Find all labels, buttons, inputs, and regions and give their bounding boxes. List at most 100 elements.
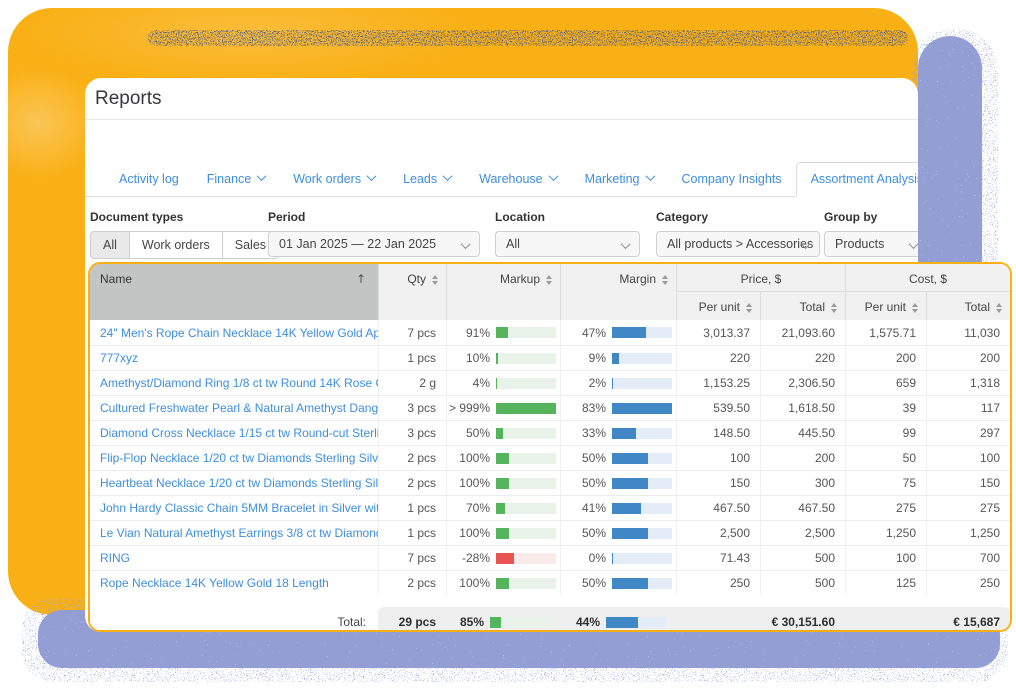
filter-label: Document types: [90, 210, 184, 224]
product-link[interactable]: Cultured Freshwater Pearl & Natural Amet…: [100, 401, 378, 415]
margin-bar-fill: [612, 402, 672, 414]
category-select[interactable]: All products > Accessories: [656, 231, 820, 257]
margin-bar-fill: [606, 616, 638, 628]
markup-bar-fill: [496, 502, 505, 514]
row-cost-total-cell: 117: [926, 395, 1010, 420]
row-price-unit-cell: 148.50: [676, 420, 760, 445]
markup-bar: [496, 352, 556, 364]
row-qty-cell: 2 g: [378, 370, 446, 395]
document-type-button[interactable]: Work orders: [128, 231, 223, 259]
total-price: € 30,151.60: [676, 607, 845, 630]
row-cost-unit-cell: 125: [845, 570, 926, 595]
row-name-cell: Diamond Cross Necklace 1/15 ct tw Round-…: [90, 420, 378, 445]
row-markup-cell: 70%: [446, 495, 560, 520]
row-name-cell: Cultured Freshwater Pearl & Natural Amet…: [90, 395, 378, 420]
row-cost-total-cell: 100: [926, 445, 1010, 470]
tab[interactable]: Work orders: [279, 163, 389, 196]
chevron-down-icon: [460, 239, 471, 250]
chevron-down-icon: [442, 171, 453, 182]
row-price-unit-cell: 71.43: [676, 545, 760, 570]
column-header-markup[interactable]: Markup: [446, 264, 560, 320]
total-cost: € 15,687: [845, 607, 1010, 630]
row-qty-cell: 3 pcs: [378, 395, 446, 420]
filter-label: Location: [495, 210, 545, 224]
chevron-down-icon: [548, 171, 559, 182]
filter-label: Group by: [824, 210, 878, 224]
column-header-name[interactable]: Name ↑: [90, 264, 378, 320]
markup-bar-fill: [496, 377, 498, 389]
product-link[interactable]: Flip-Flop Necklace 1/20 ct tw Diamonds S…: [100, 451, 378, 465]
sort-asc-icon: ↑: [355, 272, 366, 286]
tab[interactable]: Leads: [389, 163, 465, 196]
markup-bar-fill: [496, 327, 508, 338]
row-qty-cell: 2 pcs: [378, 445, 446, 470]
row-margin-cell: 50%: [560, 470, 676, 495]
product-link[interactable]: Amethyst/Diamond Ring 1/8 ct tw Round 14…: [100, 376, 378, 390]
markup-bar: [496, 527, 556, 539]
tabs: Activity log Finance Work orders Leads W…: [85, 162, 918, 197]
location-select[interactable]: All: [495, 231, 640, 257]
tab[interactable]: Activity log: [105, 163, 193, 196]
row-margin-cell: 47%: [560, 320, 676, 345]
row-cost-total-cell: 297: [926, 420, 1010, 445]
column-header-cost-total[interactable]: Total: [926, 292, 1010, 320]
document-type-button[interactable]: All: [90, 231, 130, 259]
markup-bar-fill: [490, 616, 501, 628]
product-link[interactable]: 24" Men's Rope Chain Necklace 14K Yellow…: [100, 326, 378, 340]
tab[interactable]: Marketing: [571, 163, 668, 196]
row-cost-total-cell: 150: [926, 470, 1010, 495]
column-header-price-per-unit[interactable]: Per unit: [676, 292, 760, 320]
product-link[interactable]: John Hardy Classic Chain 5MM Bracelet in…: [100, 501, 378, 515]
row-margin-cell: 50%: [560, 445, 676, 470]
margin-bar: [612, 552, 672, 564]
row-cost-total-cell: 275: [926, 495, 1010, 520]
tab[interactable]: Assortment Analysis: [795, 162, 918, 197]
column-group-price: Price, $: [676, 264, 845, 292]
total-margin: 44%: [560, 607, 676, 630]
margin-bar: [612, 402, 672, 414]
tab[interactable]: Warehouse: [465, 163, 570, 196]
row-price-unit-cell: 150: [676, 470, 760, 495]
markup-bar: [490, 616, 550, 628]
row-margin-cell: 33%: [560, 420, 676, 445]
sort-icon: [546, 275, 552, 285]
row-qty-cell: 1 pcs: [378, 520, 446, 545]
column-header-cost-per-unit[interactable]: Per unit: [845, 292, 926, 320]
row-markup-cell: 100%: [446, 470, 560, 495]
product-link[interactable]: Diamond Cross Necklace 1/15 ct tw Round-…: [100, 426, 378, 440]
margin-bar: [612, 477, 672, 489]
row-price-unit-cell: 467.50: [676, 495, 760, 520]
row-cost-unit-cell: 200: [845, 345, 926, 370]
margin-bar-fill: [612, 452, 648, 464]
column-header-price-total[interactable]: Total: [760, 292, 845, 320]
margin-bar: [612, 452, 672, 464]
row-cost-unit-cell: 1,575.71: [845, 320, 926, 345]
margin-bar: [612, 502, 672, 514]
page-title: Reports: [95, 87, 162, 109]
row-price-unit-cell: 3,013.37: [676, 320, 760, 345]
row-name-cell: 777xyz: [90, 345, 378, 370]
row-margin-cell: 9%: [560, 345, 676, 370]
tab[interactable]: Finance: [193, 163, 279, 196]
product-link[interactable]: Le Vian Natural Amethyst Earrings 3/8 ct…: [100, 526, 378, 540]
tab-label: Marketing: [584, 172, 640, 186]
group-by-select[interactable]: Products: [824, 231, 918, 257]
margin-bar: [612, 577, 672, 589]
column-header-margin[interactable]: Margin: [560, 264, 676, 320]
margin-bar-fill: [612, 377, 614, 389]
markup-bar: [496, 427, 556, 439]
product-link[interactable]: RING: [100, 551, 130, 565]
product-link[interactable]: 777xyz: [100, 351, 138, 365]
row-markup-cell: 100%: [446, 445, 560, 470]
markup-bar-fill: [496, 452, 509, 464]
product-link[interactable]: Rope Necklace 14K Yellow Gold 18 Length: [100, 576, 329, 590]
period-select[interactable]: 01 Jan 2025 — 22 Jan 2025: [268, 231, 480, 257]
row-markup-cell: > 999%: [446, 395, 560, 420]
row-qty-cell: 1 pcs: [378, 495, 446, 520]
tab-label: Leads: [403, 172, 438, 186]
margin-bar-fill: [612, 477, 648, 489]
row-price-total-cell: 2,500: [760, 520, 845, 545]
product-link[interactable]: Heartbeat Necklace 1/20 ct tw Diamonds S…: [100, 476, 378, 490]
column-header-qty[interactable]: Qty: [378, 264, 446, 320]
tab[interactable]: Company Insights: [668, 163, 796, 196]
